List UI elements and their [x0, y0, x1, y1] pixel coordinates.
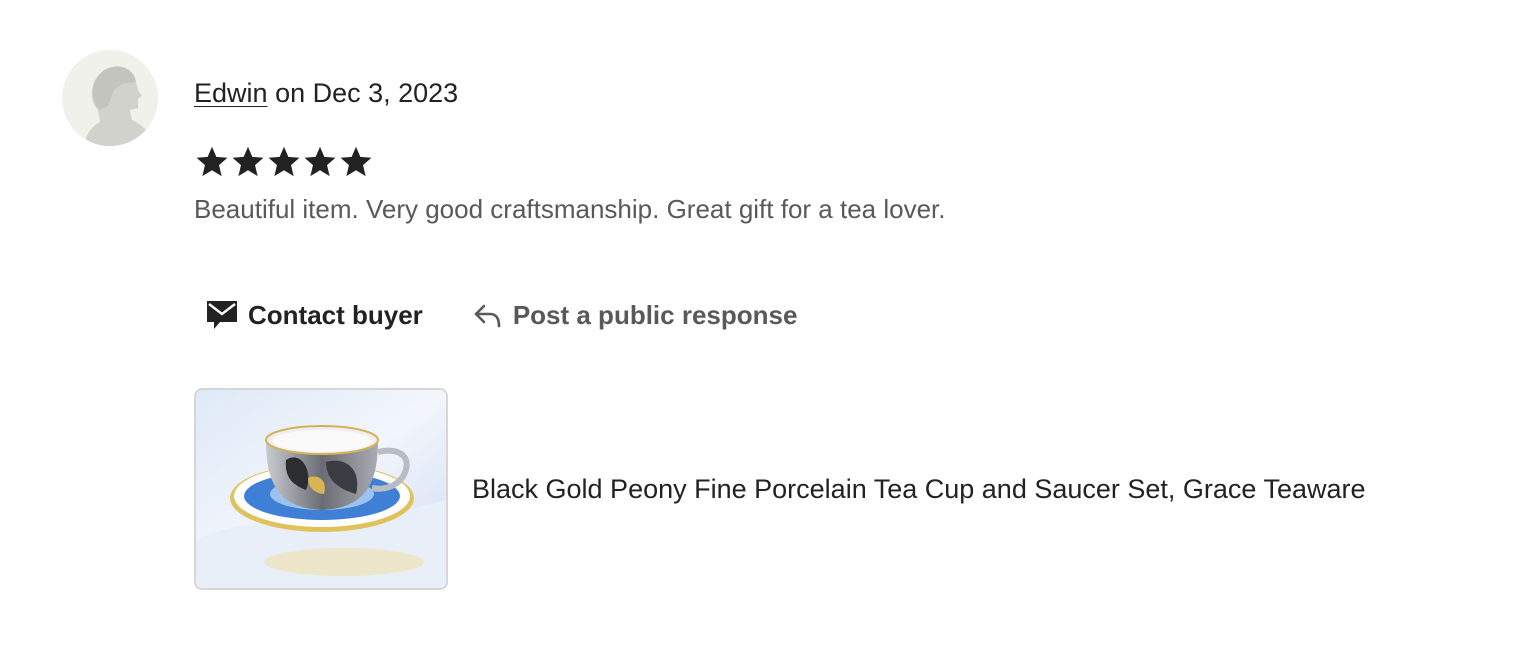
post-public-response-button[interactable]: Post a public response [473, 294, 798, 336]
listing-title-link[interactable]: Black Gold Peony Fine Porcelain Tea Cup … [472, 470, 1366, 508]
contact-buyer-label: Contact buyer [248, 300, 423, 330]
contact-buyer-button[interactable]: Contact buyer [206, 294, 423, 336]
reviewer-name-link[interactable]: Edwin [194, 78, 268, 108]
star-icon [194, 143, 230, 181]
reviewed-listing: Black Gold Peony Fine Porcelain Tea Cup … [194, 388, 1366, 590]
star-rating [194, 143, 374, 181]
listing-thumbnail[interactable] [194, 388, 448, 590]
post-public-response-label: Post a public response [512, 300, 798, 330]
star-icon [338, 143, 374, 181]
person-silhouette-icon [62, 50, 158, 146]
review-byline: Edwin on Dec 3, 2023 [194, 74, 458, 112]
star-icon [230, 143, 266, 181]
envelope-icon [206, 300, 238, 330]
review-date: on Dec 3, 2023 [275, 78, 459, 108]
review-actions: Contact buyer Post a public response [206, 294, 797, 336]
reply-arrow-icon [473, 301, 503, 329]
star-icon [266, 143, 302, 181]
teacup-image [196, 390, 446, 588]
star-icon [302, 143, 338, 181]
avatar [62, 50, 158, 146]
review-text: Beautiful item. Very good craftsmanship.… [194, 194, 946, 224]
